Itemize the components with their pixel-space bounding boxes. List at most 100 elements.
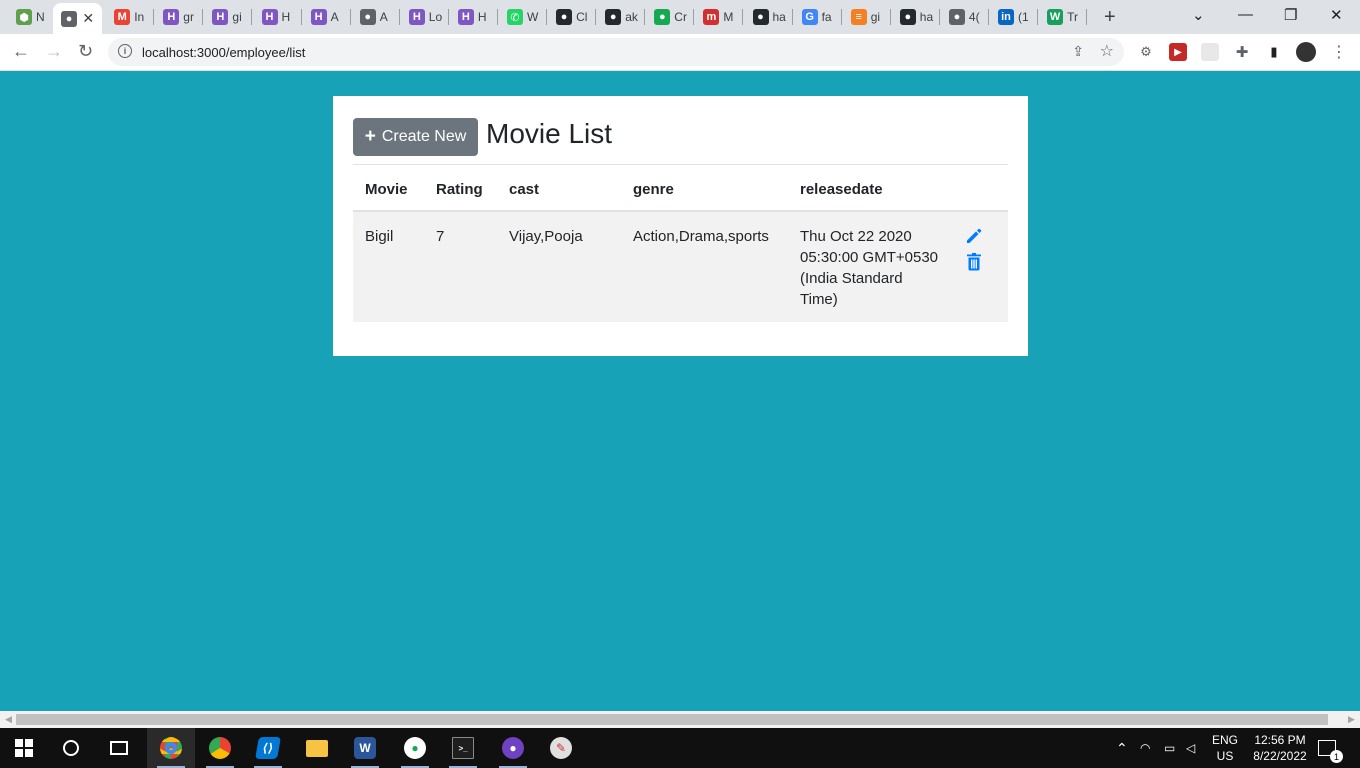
- edit-pencil-icon[interactable]: [964, 226, 984, 246]
- taskbar-mongodb-compass[interactable]: ●: [391, 728, 439, 768]
- browser-tab[interactable]: ● ha: [892, 5, 940, 29]
- browser-tab[interactable]: H Lo: [401, 5, 449, 29]
- browser-tab[interactable]: ● 4(: [941, 5, 989, 29]
- avatar[interactable]: [1296, 42, 1316, 62]
- browser-tab[interactable]: ● A: [352, 5, 400, 29]
- scrollbar-thumb[interactable]: [16, 714, 1328, 725]
- plus-icon: +: [364, 126, 376, 147]
- chrome-icon: [160, 737, 182, 759]
- restore-button[interactable]: ❐: [1284, 6, 1297, 24]
- taskbar-terminal[interactable]: >_: [439, 728, 487, 768]
- minimize-button[interactable]: —: [1238, 6, 1253, 23]
- notification-count: 1: [1330, 750, 1343, 763]
- clock-date: 8/22/2022: [1253, 749, 1307, 763]
- extension-placeholder-icon[interactable]: [1201, 43, 1219, 61]
- address-bar[interactable]: i localhost:3000/employee/list ⇪ ☆: [108, 38, 1124, 66]
- clock[interactable]: 12:56 PM 8/22/2022: [1240, 732, 1320, 764]
- globe-icon: ●: [61, 10, 78, 27]
- browser-tab[interactable]: M In: [106, 5, 155, 29]
- menu-icon[interactable]: ⋮: [1330, 43, 1348, 61]
- task-view-button[interactable]: [95, 728, 143, 768]
- browser-tab[interactable]: ⬢ N: [8, 5, 56, 29]
- share-icon[interactable]: ⇪: [1072, 43, 1084, 60]
- folder-icon: [306, 739, 328, 757]
- browser-tab[interactable]: HA: [303, 5, 351, 29]
- github-icon: ●: [605, 9, 622, 25]
- h-icon: H: [408, 9, 425, 25]
- tab-separator: [693, 9, 695, 25]
- volume-icon[interactable]: ◁: [1186, 728, 1195, 768]
- new-tab-button[interactable]: +: [1104, 6, 1116, 29]
- tab-label: ha: [772, 10, 786, 24]
- start-button[interactable]: [0, 728, 48, 768]
- bookmark-star-icon[interactable]: ☆: [1100, 41, 1114, 61]
- taskbar-chrome[interactable]: [196, 728, 244, 768]
- browser-tab[interactable]: Hgr: [155, 5, 204, 29]
- browser-tab[interactable]: W Tr: [1039, 5, 1088, 29]
- tab-label: 4(: [968, 10, 980, 24]
- cell-cast: Vijay,Pooja: [497, 211, 621, 322]
- google-icon: G: [801, 9, 818, 25]
- tab-separator: [644, 9, 646, 25]
- create-new-button[interactable]: + Create New: [353, 118, 478, 156]
- tray-chevron-icon[interactable]: ⌃: [1116, 728, 1128, 768]
- puzzle-icon[interactable]: ✚: [1233, 43, 1251, 61]
- url-text[interactable]: localhost:3000/employee/list: [142, 45, 305, 60]
- info-icon[interactable]: i: [118, 44, 132, 58]
- taskbar-github-desktop[interactable]: ●: [489, 728, 537, 768]
- browser-tab[interactable]: Hgi: [204, 5, 253, 29]
- horizontal-scrollbar[interactable]: ◀ ▶: [0, 711, 1360, 728]
- taskbar-paint[interactable]: ✎: [537, 728, 585, 768]
- taskbar-chrome-active[interactable]: [147, 728, 195, 768]
- globe-icon: ●: [359, 9, 376, 25]
- tab-strip: + ⌄ — ❐ ✕ ⬢ N ● ✕ M In Hgr Hgi H H H A ● A H Lo H H ✆ W ● Cl ●…: [0, 0, 1360, 34]
- extension-icon[interactable]: ⚙: [1137, 43, 1155, 61]
- browser-tab[interactable]: ✆ W: [499, 5, 547, 29]
- language-indicator[interactable]: ENG US: [1206, 732, 1244, 764]
- notification-center-button[interactable]: 1: [1318, 728, 1343, 768]
- browser-tab[interactable]: ● ak: [597, 5, 646, 29]
- gmail-icon: M: [114, 9, 131, 25]
- browser-tab[interactable]: HH: [254, 5, 302, 29]
- battery-icon[interactable]: ▭: [1164, 728, 1175, 768]
- table-header-row: Movie Rating cast genre releasedate: [353, 166, 1008, 212]
- tab-separator: [791, 9, 793, 25]
- browser-tab[interactable]: Gfa: [794, 5, 842, 29]
- wifi-icon[interactable]: ◠: [1140, 728, 1150, 768]
- scroll-right-icon[interactable]: ▶: [1348, 714, 1355, 725]
- tab-separator: [496, 9, 498, 25]
- search-button[interactable]: [47, 728, 95, 768]
- reload-icon[interactable]: ↻: [78, 41, 93, 62]
- side-panel-icon[interactable]: ▮: [1265, 43, 1283, 61]
- delete-trash-icon[interactable]: [964, 252, 984, 272]
- tab-separator: [840, 9, 842, 25]
- terminal-icon: >_: [452, 737, 474, 759]
- tab-label: M: [723, 10, 734, 24]
- forward-icon[interactable]: →: [45, 41, 63, 62]
- clock-time: 12:56 PM: [1254, 733, 1306, 747]
- taskbar-file-explorer[interactable]: [293, 728, 341, 768]
- close-window-button[interactable]: ✕: [1330, 6, 1343, 24]
- language-code: ENG: [1211, 733, 1238, 747]
- browser-tab[interactable]: mM: [695, 5, 744, 29]
- tab-separator: [349, 9, 351, 25]
- chrome-icon: [209, 737, 231, 759]
- browser-tab[interactable]: ● ha: [745, 5, 793, 29]
- back-icon[interactable]: ←: [12, 41, 30, 62]
- browser-tab[interactable]: ● Cl: [548, 5, 597, 29]
- browser-tab[interactable]: ● ✕: [53, 3, 103, 34]
- video-extension-icon[interactable]: ▶: [1169, 43, 1187, 61]
- taskbar-word[interactable]: W: [341, 728, 389, 768]
- browser-tab[interactable]: ≡ gi: [843, 5, 891, 29]
- close-tab-icon[interactable]: ✕: [82, 10, 94, 27]
- tab-label: Cr: [674, 10, 687, 24]
- taskbar-vscode[interactable]: ⟨⟩: [244, 728, 292, 768]
- tab-search-icon[interactable]: ⌄: [1192, 6, 1205, 24]
- browser-tab[interactable]: ● Cr: [646, 5, 695, 29]
- tab-label: Tr: [1067, 10, 1078, 24]
- mongodb-icon: ●: [404, 737, 426, 759]
- browser-tab[interactable]: HH: [450, 5, 498, 29]
- h-icon: H: [457, 9, 474, 25]
- scroll-left-icon[interactable]: ◀: [5, 714, 12, 725]
- browser-tab[interactable]: in (1: [990, 5, 1038, 29]
